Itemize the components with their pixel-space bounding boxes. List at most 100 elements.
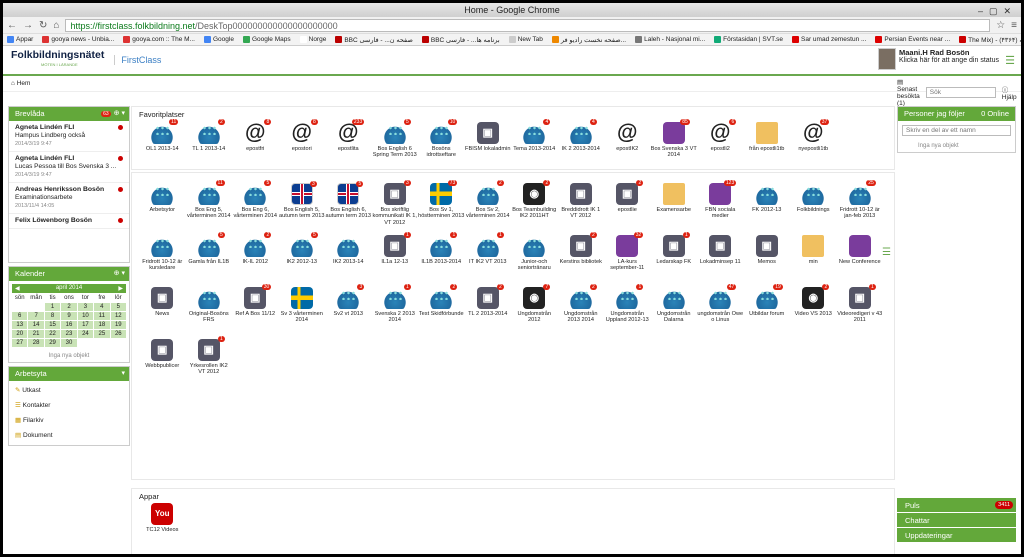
bookmark-item[interactable]: صفحه نخست رادیو فر...	[551, 36, 626, 44]
calendar-date[interactable]: 25	[94, 330, 110, 338]
desktop-item[interactable]: 25 Fridrott 10-12 är jan-feb 2013	[837, 180, 884, 232]
desktop-item[interactable]: ▣ FBISM lokaladmin	[465, 119, 512, 171]
calendar-date[interactable]: 12	[110, 312, 126, 320]
desktop-item[interactable]: 5 Gamla från IL1B	[186, 232, 233, 284]
people-header[interactable]: Personer jag följer 0 Online	[898, 107, 1015, 121]
bookmark-item[interactable]: Google	[203, 36, 234, 43]
calendar-date[interactable]: 24	[77, 330, 94, 338]
back-icon[interactable]: ←	[7, 20, 17, 31]
desktop-item[interactable]: 2 Bos Sv 2, vårterminen 2014	[465, 180, 512, 232]
workspace-item[interactable]: ☰ Kontakter	[15, 398, 123, 413]
desktop-item[interactable]: Ungdomstrån Dalarna	[651, 284, 698, 336]
desktop-item[interactable]: FK 2012-13	[744, 180, 791, 232]
calendar-date[interactable]: 27	[12, 339, 28, 347]
desktop-item[interactable]: ▣ 1 Videoredigeri v 43 2011	[837, 284, 884, 336]
recent-link[interactable]: ▤ Senast besökta (1)	[897, 78, 920, 107]
bottom-tab[interactable]: Chattar	[897, 513, 1016, 528]
calendar-date[interactable]: 16	[61, 321, 77, 329]
desktop-item[interactable]: 5 Bos Eng 6, vårterminen 2014	[232, 180, 279, 232]
desktop-item[interactable]: Sv 3 vårterminen 2014	[279, 284, 326, 336]
calendar-date[interactable]: 29	[44, 339, 61, 347]
user-panel[interactable]: Maani.H Rad Bosön Klicka här för att ange…	[878, 48, 999, 70]
bookmark-item[interactable]: Förstasidan | SVT.se	[714, 36, 783, 43]
desktop-item[interactable]: ▣ News	[139, 284, 186, 336]
bookmark-item[interactable]: Persian Events near ...	[875, 36, 950, 43]
calendar-date[interactable]: 23	[61, 330, 77, 338]
calendar-header[interactable]: Kalender ⊕ ▾	[9, 267, 129, 281]
desktop-item[interactable]: 2 Ungdomstrån 2013 2014	[558, 284, 605, 336]
calendar-date[interactable]: 1	[44, 303, 61, 311]
desktop-item[interactable]: 73 Bos Sv 1, höstterminen 2013	[418, 180, 465, 232]
calendar-date[interactable]: 9	[61, 312, 77, 320]
menu-icon[interactable]: ≡	[1011, 20, 1017, 31]
desktop-item[interactable]: ▣ 1 Ledarskap FK	[651, 232, 698, 284]
logo[interactable]: Folkbildningsnätet MÖTEN I LÄRANDE	[3, 50, 104, 69]
desktop-item[interactable]: 2 Test Skidförbunde	[418, 284, 465, 336]
calendar-date[interactable]: 22	[44, 330, 61, 338]
desktop-item[interactable]: 47 ungdomstrån Owe o Linus	[697, 284, 744, 336]
bookmark-item[interactable]: BBC برنامه ها... - فارسی	[421, 36, 500, 44]
bookmark-item[interactable]: The Mix) - (۴۳۶۴) آيه	[959, 36, 1021, 44]
desktop-item[interactable]: 1 IT IK2 VT 2013	[465, 232, 512, 284]
desktop-item[interactable]: 4 IK 2 2013-2014	[558, 119, 605, 171]
bookmark-item[interactable]: Sar umad zemestun ...	[792, 36, 866, 43]
desktop-item[interactable]: IK2 2013-14	[325, 232, 372, 284]
desktop-item[interactable]: 19 Utbildar forum	[744, 284, 791, 336]
calendar-date[interactable]: 3	[77, 303, 94, 311]
star-icon[interactable]: ☆	[996, 20, 1005, 31]
desktop-item[interactable]: Examensarbe	[651, 180, 698, 232]
mailbox-controls[interactable]: 63 ⊕ ▾	[101, 107, 125, 121]
desktop-item[interactable]: ▣ Breddidrott IK 1 VT 2012	[558, 180, 605, 232]
desktop-item[interactable]: 11 Bos Eng 5, vårterminen 2014	[186, 180, 233, 232]
url-field[interactable]: https://firstclass.folkbildning.net/Desk…	[65, 18, 991, 32]
workspace-controls[interactable]: ▾	[121, 367, 125, 381]
avatar[interactable]	[878, 48, 896, 70]
bottom-tab[interactable]: Uppdateringar	[897, 528, 1016, 543]
bookmark-item[interactable]: BBC صفحه ن... - فارسی	[335, 36, 413, 44]
workspace-item[interactable]: ✎ Utkast	[15, 383, 123, 398]
desktop-item[interactable]: @233 epostlita	[325, 119, 372, 171]
calendar-date[interactable]: 20	[12, 330, 28, 338]
help-link[interactable]: ⓘ Hjälp	[1002, 84, 1017, 101]
bottom-tab[interactable]: Puls 3411	[897, 498, 1016, 513]
search-input[interactable]	[925, 87, 996, 98]
desktop-item[interactable]: 3 Sv2 vt 2013	[325, 284, 372, 336]
desktop-item[interactable]: Folkbildnings	[790, 180, 837, 232]
desktop-item[interactable]: 4 Tema 2013-2014	[511, 119, 558, 171]
calendar-date[interactable]: 21	[28, 330, 44, 338]
desktop-item[interactable]: Arbetsytor	[139, 180, 186, 232]
bookmark-item[interactable]: gooya.com :: The M...	[123, 36, 195, 43]
desktop-item[interactable]: ◉ 2 Video VS 2013	[790, 284, 837, 336]
calendar-date[interactable]: 10	[77, 312, 94, 320]
prev-month-icon[interactable]: ◀	[15, 285, 20, 292]
desktop-item[interactable]: @6 epostli2	[697, 119, 744, 171]
mail-item[interactable]: Felix Löwenborg Bosön	[9, 214, 129, 229]
desktop-item[interactable]: 10 Bosöns idrottseftare	[418, 119, 465, 171]
bookmark-item[interactable]: Norge	[299, 36, 326, 43]
user-status[interactable]: Klicka här för att ange din status	[899, 57, 999, 64]
desktop-item[interactable]: @8 epostfri	[232, 119, 279, 171]
desktop-item[interactable]: 11 OL1 2013-14	[139, 119, 186, 171]
desktop-item[interactable]: 1 IL1B 2013-2014	[418, 232, 465, 284]
reload-icon[interactable]: ↻	[39, 20, 47, 31]
calendar-date[interactable]: 30	[61, 339, 77, 347]
calendar-date[interactable]: 13	[12, 321, 28, 329]
desktop-item[interactable]: 5 IK2 2012-13	[279, 232, 326, 284]
calendar-controls[interactable]: ⊕ ▾	[114, 267, 125, 281]
desktop-item[interactable]: ▣ 30 Ref A Bos 11/12	[232, 284, 279, 336]
desktop-item[interactable]: ◉ 7 Ungdomstrån 2012	[511, 284, 558, 336]
desktop-item[interactable]: Original-Bosöns FRS	[186, 284, 233, 336]
bookmark-item[interactable]: gooya news - Unbia...	[42, 36, 114, 43]
workspace-item[interactable]: ▦ Filarkiv	[15, 413, 123, 428]
desktop-item[interactable]: ▣ 2 Kerstins bibliotek	[558, 232, 605, 284]
mail-item[interactable]: Agneta Lindén FLI Hampus Lindberg också 20…	[9, 121, 129, 152]
desktop-item[interactable]: ▣ 3 Bos skriftlig kommunikati IK 1, VT 201…	[372, 180, 419, 232]
desktop-item[interactable]: 1 Svenska 2 2013 2014	[372, 284, 419, 336]
desktop-item[interactable]: You TC12 Videos	[139, 500, 186, 552]
bookmark-item[interactable]: Google Maps	[242, 36, 291, 43]
desktop-item[interactable]: ▣ Memos	[744, 232, 791, 284]
desktop-item[interactable]: ▣ 2 TL 2 2013-2014	[465, 284, 512, 336]
desktop-item[interactable]: 32 LA-kurs september-11	[604, 232, 651, 284]
next-month-icon[interactable]: ▶	[118, 285, 123, 292]
desktop-item[interactable]: från epostli1tb	[744, 119, 791, 171]
